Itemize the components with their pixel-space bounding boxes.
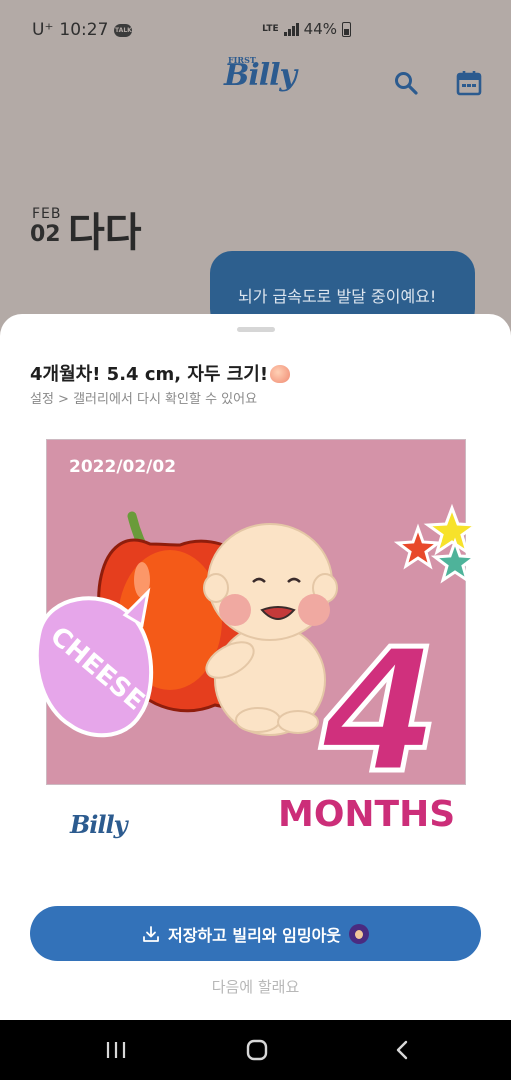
save-and-share-button[interactable]: 저장하고 빌리와 임밍아웃: [30, 906, 481, 961]
save-button-label: 저장하고 빌리와 임밍아웃: [167, 925, 342, 945]
signal-icon: [283, 22, 299, 36]
sheet-title: 4개월차! 5.4 cm, 자두 크기!: [30, 360, 291, 386]
app-logo-small: FIRST: [228, 55, 256, 65]
milestone-illustration: CHEESE 4: [34, 503, 480, 814]
sheet-drag-handle[interactable]: [237, 327, 275, 332]
clock: 10:27: [59, 20, 109, 40]
search-icon[interactable]: [393, 70, 419, 96]
sheet-title-text: 4개월차! 5.4 cm, 자두 크기!: [30, 364, 269, 385]
maybe-later-link[interactable]: 다음에 할래요: [0, 976, 511, 997]
card-brand-logo: Billy: [70, 810, 128, 839]
baby-badge-icon: [349, 923, 370, 944]
date-day: 02: [30, 222, 61, 247]
status-left: U⁺ 10:27 TALK: [32, 20, 133, 40]
baby-name: 다다: [68, 210, 142, 256]
stars-icon: [393, 503, 480, 584]
home-icon[interactable]: [244, 1038, 270, 1062]
kakaotalk-icon: TALK: [114, 23, 133, 37]
peach-icon: [270, 365, 291, 383]
carrier: U⁺: [32, 20, 54, 40]
system-nav-bar: [0, 1020, 511, 1080]
battery-percent: 44%: [303, 20, 337, 38]
recent-apps-icon[interactable]: [103, 1038, 129, 1062]
calendar-icon[interactable]: [456, 70, 482, 96]
battery-icon: [342, 21, 351, 37]
status-right: LTE 44%: [262, 20, 351, 38]
back-icon[interactable]: [390, 1038, 416, 1062]
months-label: MONTHS: [278, 794, 456, 835]
app-logo: FIRST Billy: [224, 55, 297, 93]
download-icon: [143, 925, 159, 942]
status-bar: U⁺ 10:27 TALK LTE 44%: [0, 0, 511, 60]
month-number: 4: [320, 613, 439, 811]
card-date: 2022/02/02: [69, 457, 177, 477]
cheese-bubble: CHEESE: [34, 587, 154, 738]
bottom-sheet: 4개월차! 5.4 cm, 자두 크기! 설정 > 갤러리에서 다시 확인할 수…: [0, 314, 511, 1020]
network-type: LTE: [262, 23, 279, 34]
date-month: FEB: [32, 206, 62, 222]
sheet-subtitle: 설정 > 갤러리에서 다시 확인할 수 있어요: [30, 392, 258, 407]
